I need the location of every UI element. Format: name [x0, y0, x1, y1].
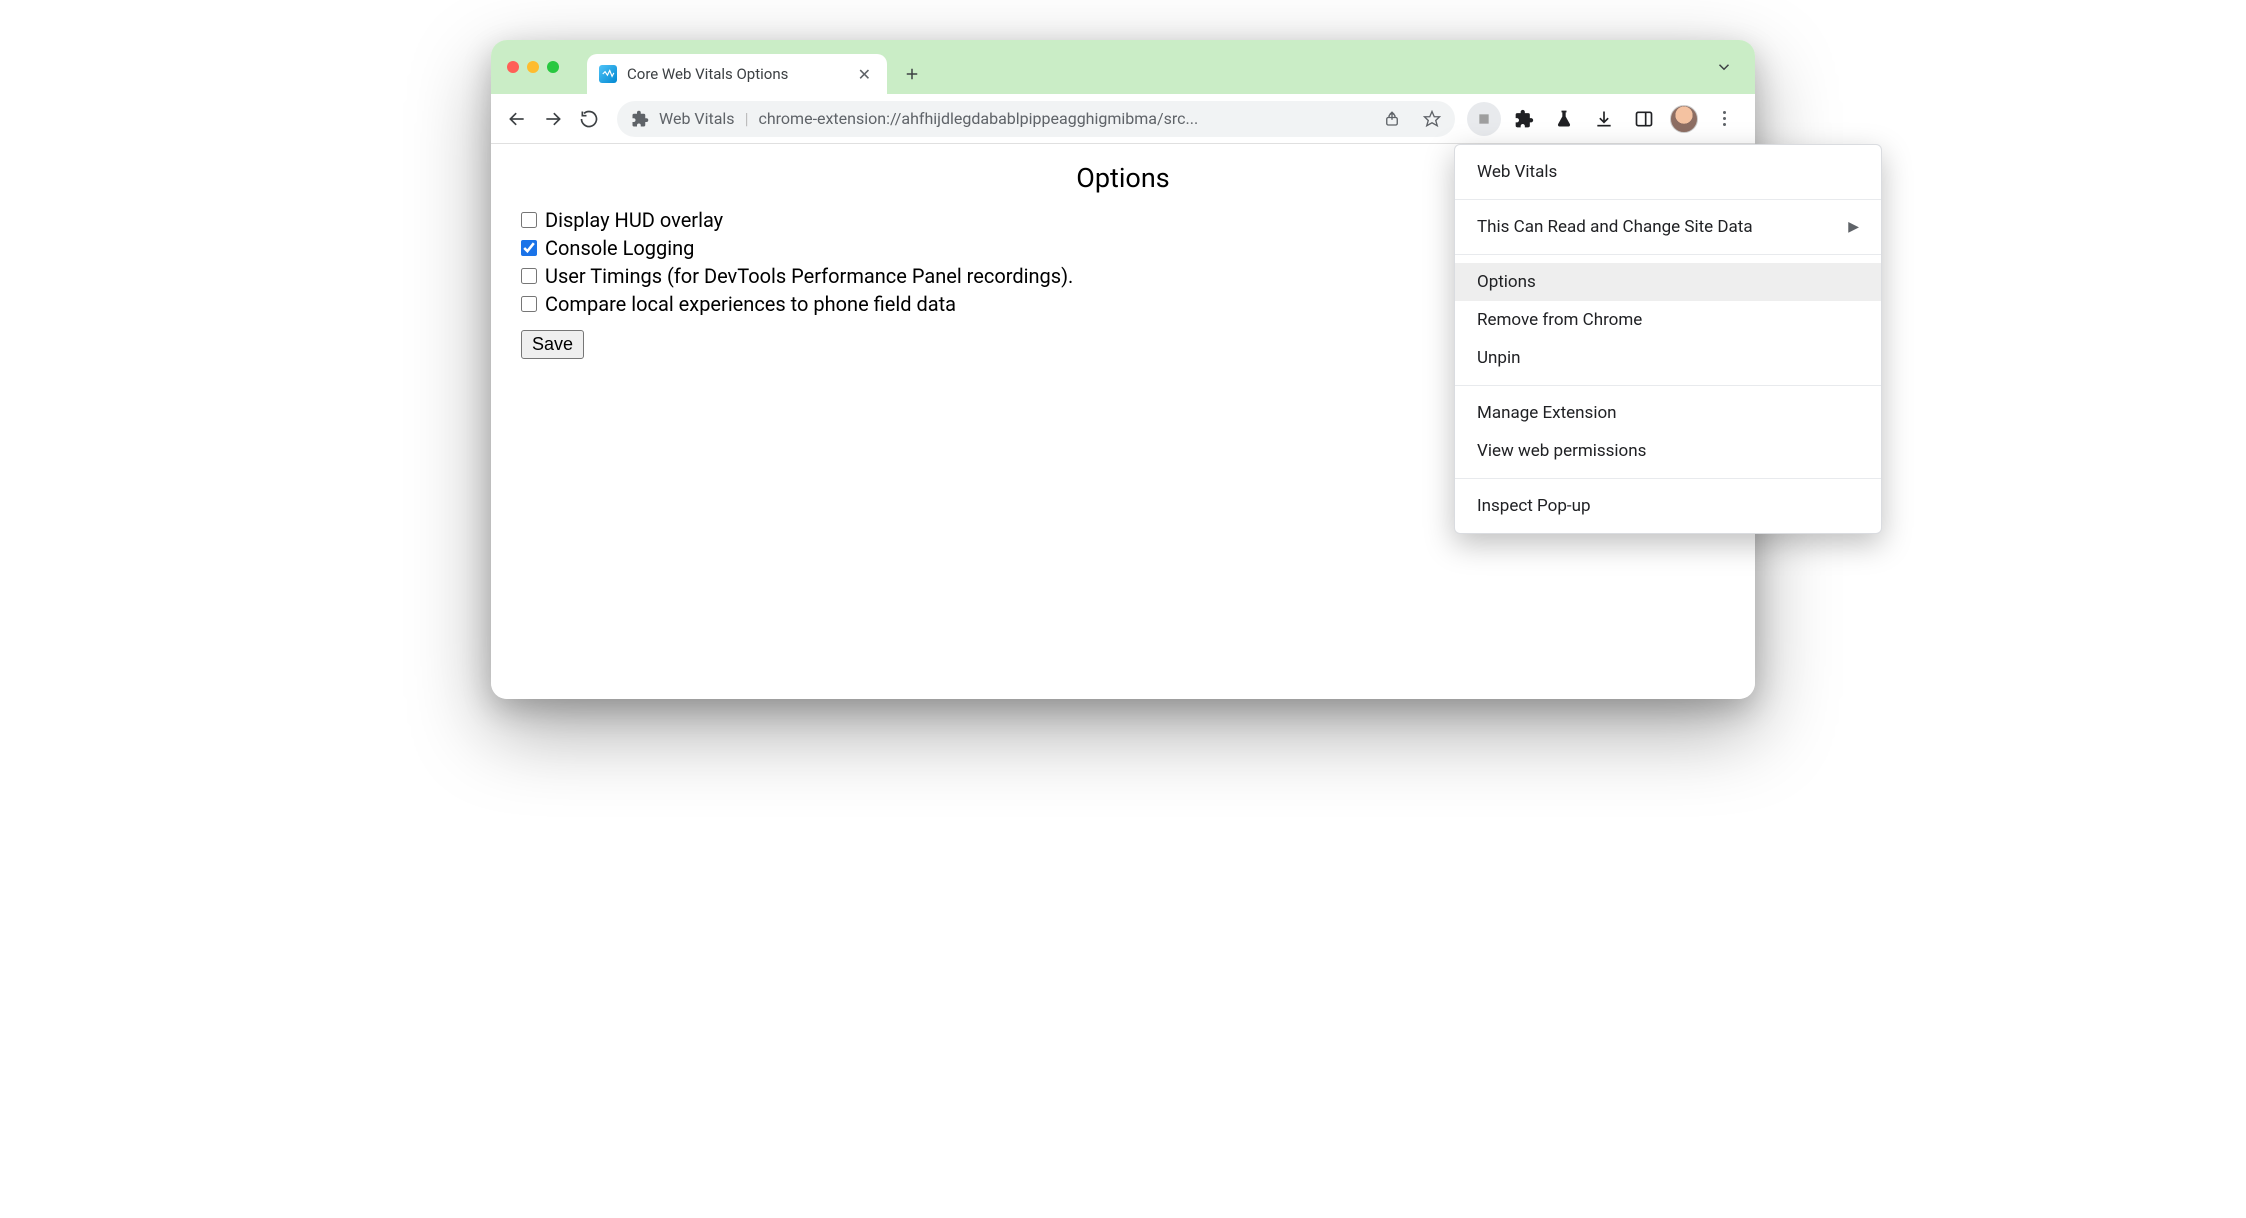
browser-tab[interactable]: Core Web Vitals Options ✕ — [587, 54, 887, 94]
tab-title: Core Web Vitals Options — [627, 65, 844, 83]
menu-inspect-label: Inspect Pop-up — [1477, 496, 1591, 516]
save-button[interactable]: Save — [521, 330, 584, 359]
omnibox-site-name: Web Vitals — [659, 109, 735, 128]
menu-manage-label: Manage Extension — [1477, 403, 1617, 423]
omnibox-url: chrome-extension://ahfhijdlegdabablpippe… — [758, 109, 1367, 128]
tab-close-button[interactable]: ✕ — [854, 63, 875, 86]
reload-button[interactable] — [573, 103, 605, 135]
experiments-flask-icon[interactable] — [1547, 102, 1581, 136]
window-controls — [503, 40, 567, 94]
vertical-dots-icon — [1723, 111, 1726, 126]
extension-context-menu: Web Vitals This Can Read and Change Site… — [1454, 144, 1882, 534]
menu-inspect[interactable]: Inspect Pop-up — [1455, 487, 1881, 525]
omnibox-separator: | — [745, 109, 749, 128]
tab-strip: Core Web Vitals Options ✕ — [491, 40, 1755, 94]
window-maximize-button[interactable] — [547, 61, 559, 73]
extensions-puzzle-icon[interactable] — [1507, 102, 1541, 136]
menu-options[interactable]: Options — [1455, 263, 1881, 301]
menu-remove-label: Remove from Chrome — [1477, 310, 1642, 330]
bookmark-star-icon[interactable] — [1417, 104, 1447, 134]
menu-manage[interactable]: Manage Extension — [1455, 394, 1881, 432]
option-compare-label: Compare local experiences to phone field… — [545, 292, 956, 316]
address-bar[interactable]: Web Vitals | chrome-extension://ahfhijdl… — [617, 101, 1455, 137]
forward-button[interactable] — [537, 103, 569, 135]
chrome-menu-button[interactable] — [1707, 102, 1741, 136]
menu-header: Web Vitals — [1455, 153, 1881, 191]
option-timings-checkbox[interactable] — [521, 268, 537, 284]
option-console-checkbox[interactable] — [521, 240, 537, 256]
menu-unpin-label: Unpin — [1477, 348, 1520, 368]
menu-permissions[interactable]: View web permissions — [1455, 432, 1881, 470]
menu-unpin[interactable]: Unpin — [1455, 339, 1881, 377]
menu-options-label: Options — [1477, 272, 1536, 292]
option-compare-checkbox[interactable] — [521, 296, 537, 312]
menu-site-data[interactable]: This Can Read and Change Site Data ▶ — [1455, 208, 1881, 246]
menu-site-data-label: This Can Read and Change Site Data — [1477, 217, 1753, 237]
option-hud-label: Display HUD overlay — [545, 208, 723, 232]
side-panel-icon[interactable] — [1627, 102, 1661, 136]
tab-favicon — [599, 65, 617, 83]
profile-avatar[interactable] — [1667, 102, 1701, 136]
back-button[interactable] — [501, 103, 533, 135]
extension-square-icon[interactable] — [1467, 102, 1501, 136]
menu-permissions-label: View web permissions — [1477, 441, 1646, 461]
browser-window: Core Web Vitals Options ✕ Web Vitals | c… — [491, 40, 1755, 699]
toolbar-actions — [1467, 102, 1745, 136]
new-tab-button[interactable] — [897, 59, 927, 89]
menu-header-label: Web Vitals — [1477, 162, 1557, 182]
tab-list-chevron-icon[interactable] — [1705, 52, 1743, 82]
window-close-button[interactable] — [507, 61, 519, 73]
downloads-icon[interactable] — [1587, 102, 1621, 136]
submenu-arrow-icon: ▶ — [1848, 219, 1859, 235]
menu-remove[interactable]: Remove from Chrome — [1455, 301, 1881, 339]
option-hud-checkbox[interactable] — [521, 212, 537, 228]
share-icon[interactable] — [1377, 104, 1407, 134]
toolbar: Web Vitals | chrome-extension://ahfhijdl… — [491, 94, 1755, 144]
window-minimize-button[interactable] — [527, 61, 539, 73]
option-timings-label: User Timings (for DevTools Performance P… — [545, 264, 1073, 288]
avatar-icon — [1670, 105, 1698, 133]
option-console-label: Console Logging — [545, 236, 694, 260]
extension-icon — [631, 110, 649, 128]
